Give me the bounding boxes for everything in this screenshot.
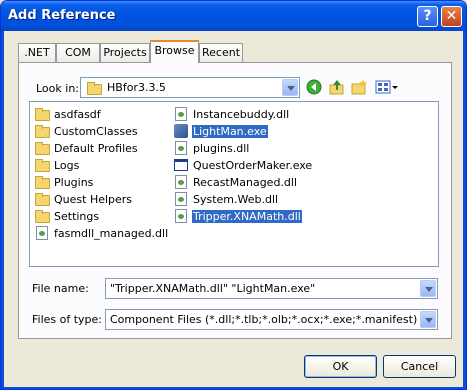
folder-icon — [87, 82, 102, 95]
add-reference-dialog: Add Reference ? ✕ .NET COM Projects Brow… — [0, 0, 467, 390]
tab-com[interactable]: COM — [56, 43, 100, 62]
chevron-down-icon[interactable] — [420, 280, 436, 297]
close-button[interactable]: ✕ — [441, 6, 462, 27]
help-button[interactable]: ? — [417, 6, 438, 27]
chevron-down-icon[interactable] — [282, 79, 298, 96]
title-bar[interactable]: Add Reference ? ✕ — [1, 1, 466, 31]
files-of-type-dropdown[interactable]: Component Files (*.dll;*.tlb;*.olb;*.ocx… — [105, 309, 438, 330]
exe-file-icon — [174, 124, 188, 138]
file-name-input[interactable]: "Tripper.XNAMath.dll" "LightMan.exe" — [105, 278, 438, 299]
chevron-down-icon[interactable] — [420, 311, 436, 328]
tab-browse[interactable]: Browse — [150, 40, 199, 63]
tab-projects[interactable]: Projects — [100, 43, 150, 62]
item-name: System.Web.dll — [193, 193, 279, 206]
ok-button[interactable]: OK — [304, 355, 377, 378]
new-folder-icon[interactable] — [351, 79, 367, 95]
window-frame-left — [1, 31, 4, 389]
dll-file-icon — [175, 107, 187, 121]
item-name: Quest Helpers — [54, 193, 133, 206]
item-name: LightMan.exe — [191, 124, 269, 139]
cancel-button[interactable]: Cancel — [383, 355, 456, 378]
item-name: Tripper.XNAMath.dll — [191, 209, 303, 224]
dll-file-icon — [175, 209, 187, 223]
back-icon[interactable] — [306, 79, 322, 95]
look-in-value: HBfor3.3.5 — [107, 81, 166, 94]
item-name: plugins.dll — [193, 142, 250, 155]
folder-icon — [35, 210, 50, 223]
dll-file-icon — [175, 175, 187, 189]
item-name: Logs — [54, 159, 80, 172]
file-list[interactable]: asdfasdf CustomClasses Default Profiles … — [29, 101, 439, 267]
folder-icon — [35, 142, 50, 155]
file-name-label: File name: — [32, 282, 89, 295]
window-title: Add Reference — [8, 8, 116, 23]
folder-icon — [35, 176, 50, 189]
item-name: Default Profiles — [54, 142, 138, 155]
tab-recent[interactable]: Recent — [199, 43, 243, 62]
look-in-dropdown[interactable]: HBfor3.3.5 — [80, 77, 300, 98]
item-name: CustomClasses — [54, 125, 138, 138]
item-name: Plugins — [54, 176, 94, 189]
window-exe-icon — [174, 159, 188, 171]
look-in-label: Look in: — [36, 82, 79, 95]
files-of-type-label: Files of type: — [32, 313, 103, 326]
item-name: Settings — [54, 210, 100, 223]
item-name: RecastManaged.dll — [193, 176, 298, 189]
item-name: asdfasdf — [54, 108, 101, 121]
folder-icon — [35, 125, 50, 138]
views-menu-icon[interactable] — [375, 79, 399, 95]
folder-icon — [35, 108, 50, 121]
item-name: Instancebuddy.dll — [193, 108, 290, 121]
window-frame-right — [463, 31, 466, 389]
item-name: QuestOrderMaker.exe — [193, 159, 313, 172]
item-name: fasmdll_managed.dll — [54, 227, 169, 240]
folder-icon — [35, 193, 50, 206]
dll-file-icon — [175, 141, 187, 155]
tab-dotnet[interactable]: .NET — [18, 43, 56, 62]
file-name-value: "Tripper.XNAMath.dll" "LightMan.exe" — [110, 282, 316, 295]
files-of-type-value: Component Files (*.dll;*.tlb;*.olb;*.ocx… — [110, 313, 418, 326]
dll-file-icon — [36, 226, 48, 240]
folder-icon — [35, 159, 50, 172]
dll-file-icon — [175, 192, 187, 206]
up-folder-icon[interactable] — [329, 79, 345, 95]
